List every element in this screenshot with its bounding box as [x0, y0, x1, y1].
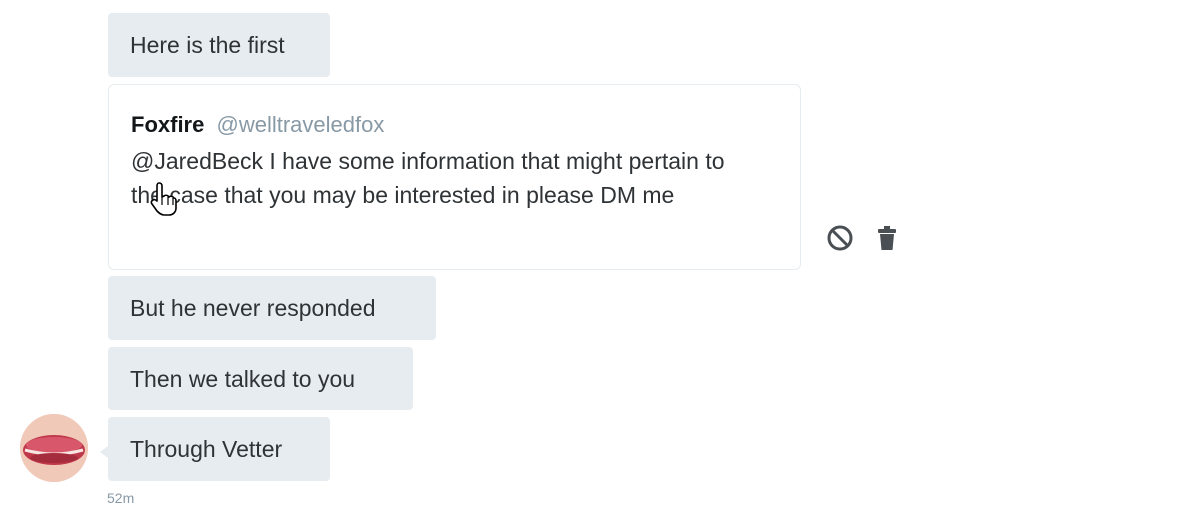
- quoted-tweet-header: Foxfire @welltraveledfox: [131, 111, 778, 139]
- message-bubble-through-vetter[interactable]: Through Vetter: [108, 417, 330, 481]
- message-actions: [826, 224, 898, 252]
- quoted-tweet-author-name[interactable]: Foxfire: [131, 112, 204, 137]
- message-bubble-but-he-never-responded[interactable]: But he never responded: [108, 276, 436, 340]
- message-text: But he never responded: [130, 295, 376, 321]
- message-text: Here is the first: [130, 32, 285, 58]
- message-text: Through Vetter: [130, 436, 283, 462]
- message-bubble-here-is-the-first[interactable]: Here is the first: [108, 13, 330, 77]
- message-text: Then we talked to you: [130, 365, 356, 392]
- trash-icon[interactable]: [876, 224, 898, 252]
- quoted-tweet-author-handle[interactable]: @welltraveledfox: [216, 112, 384, 137]
- message-bubble-then-we-talked-to-you[interactable]: Then we talked to you: [108, 347, 413, 410]
- hand-cursor-icon: [150, 182, 177, 216]
- quoted-tweet-text: @JaredBeck I have some information that …: [131, 148, 725, 208]
- message-timestamp: 52m: [107, 490, 135, 506]
- sender-avatar[interactable]: [20, 414, 88, 482]
- block-icon[interactable]: [826, 224, 854, 252]
- bubble-tail: [100, 446, 108, 458]
- quoted-tweet-card[interactable]: Foxfire @welltraveledfox @JaredBeck I ha…: [108, 84, 801, 270]
